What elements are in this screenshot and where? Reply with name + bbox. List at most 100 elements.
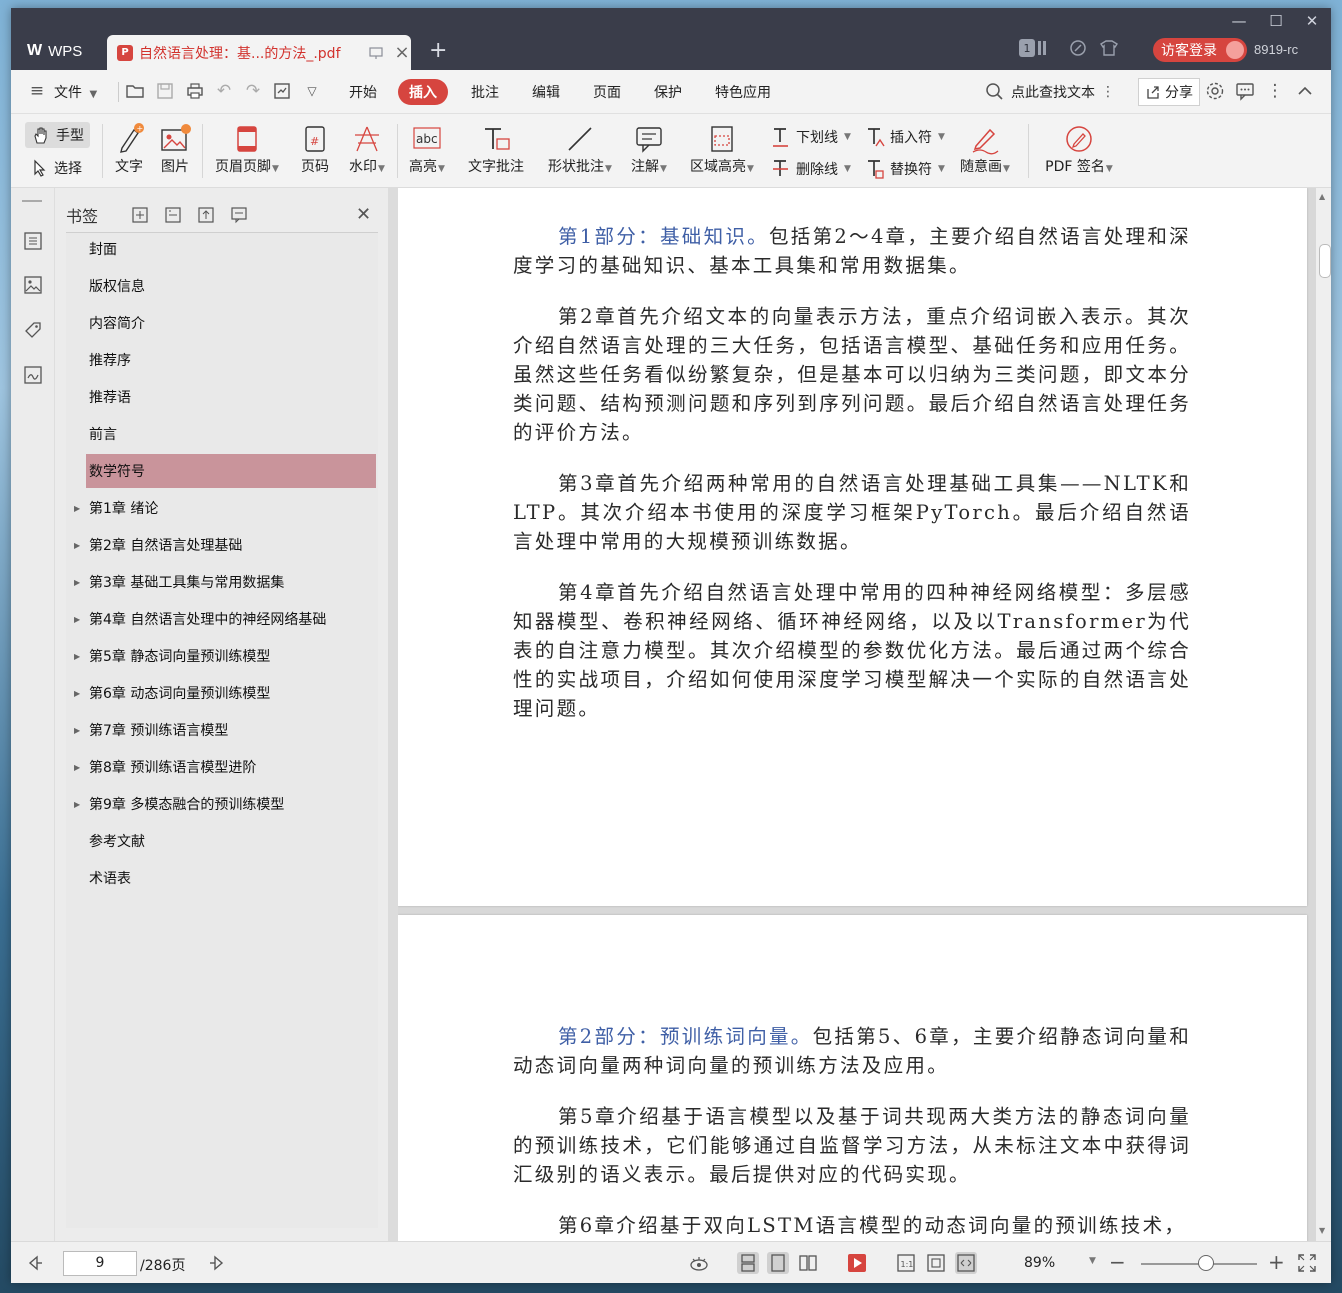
strikethrough-button[interactable]: 删除线 ▼	[771, 158, 851, 180]
tab-start[interactable]: 开始	[349, 82, 377, 102]
skin-icon[interactable]	[1099, 39, 1119, 57]
minimize-button[interactable]: —	[1225, 12, 1253, 30]
next-page-icon[interactable]	[207, 1252, 229, 1274]
tab-special-apps[interactable]: 特色应用	[715, 82, 771, 102]
close-tab-icon[interactable]: ×	[393, 42, 411, 63]
actual-size-icon[interactable]: 1:1	[895, 1252, 917, 1274]
area-highlight-button[interactable]: 区域高亮▼	[685, 122, 759, 176]
close-panel-icon[interactable]: ✕	[356, 204, 371, 225]
shape-annotation-button[interactable]: 形状批注▼	[541, 122, 619, 176]
scroll-up-arrow-icon[interactable]: ▲	[1319, 192, 1325, 201]
export-icon[interactable]	[272, 81, 292, 101]
double-page-icon[interactable]	[797, 1252, 819, 1274]
bookmark-item[interactable]: 版权信息	[86, 269, 376, 303]
zoom-in-icon[interactable]: +	[1268, 1250, 1285, 1274]
vertical-scrollbar[interactable]: ▲ ▼	[1316, 188, 1331, 1241]
expand-arrow-icon[interactable]: ▶	[74, 800, 80, 809]
tab-protect[interactable]: 保护	[654, 82, 682, 102]
underline-button[interactable]: 下划线 ▼	[771, 126, 851, 148]
zoom-out-icon[interactable]: −	[1109, 1250, 1126, 1274]
drag-handle[interactable]	[22, 200, 42, 202]
bookmark-item[interactable]: ▶ 第2章 自然语言处理基础	[74, 528, 376, 562]
expand-arrow-icon[interactable]: ▶	[74, 578, 80, 587]
hamburger-menu-icon[interactable]: ≡	[27, 81, 47, 101]
expand-arrow-icon[interactable]: ▶	[74, 615, 80, 624]
tab-comment[interactable]: 批注	[471, 82, 499, 102]
new-tab-button[interactable]: +	[429, 38, 447, 63]
collapse-all-icon[interactable]	[163, 205, 185, 225]
select-tool-button[interactable]: 选择	[31, 158, 82, 178]
thumbnail-icon[interactable]	[22, 274, 44, 296]
note-button[interactable]: 注解▼	[627, 122, 671, 176]
annotation-tag-icon[interactable]	[22, 319, 44, 341]
bookmark-item[interactable]: 术语表	[86, 861, 376, 895]
chat-icon[interactable]	[1235, 81, 1255, 101]
header-footer-button[interactable]: 页眉页脚▼	[211, 122, 283, 176]
expand-arrow-icon[interactable]: ▶	[74, 652, 80, 661]
expand-arrow-icon[interactable]: ▶	[74, 504, 80, 513]
wps-home-tab[interactable]: W WPS	[17, 36, 99, 66]
collapse-ribbon-icon[interactable]	[1295, 81, 1315, 101]
replace-mark-button[interactable]: 替换符 ▼	[865, 158, 945, 180]
bookmark-comment-icon[interactable]	[229, 205, 251, 225]
zoom-level[interactable]: 89%	[1024, 1255, 1055, 1271]
redo-icon[interactable]: ↷	[243, 81, 263, 101]
fullscreen-icon[interactable]	[1296, 1252, 1318, 1274]
bookmark-item[interactable]: 内容简介	[86, 306, 376, 340]
scroll-down-arrow-icon[interactable]: ▼	[1319, 1226, 1325, 1235]
maximize-button[interactable]: ☐	[1262, 12, 1290, 30]
expand-arrow-icon[interactable]: ▶	[74, 726, 80, 735]
more-options-icon[interactable]: ⋮	[1265, 81, 1285, 101]
file-menu[interactable]: 文件 ▼	[54, 82, 97, 102]
freehand-draw-button[interactable]: 随意画▼	[955, 122, 1015, 176]
hand-tool-button[interactable]: 手型	[25, 122, 90, 148]
bookmark-item[interactable]: ▶ 第9章 多模态融合的预训练模型	[74, 787, 376, 821]
share-button[interactable]: 分享	[1138, 78, 1200, 106]
open-folder-icon[interactable]	[125, 81, 145, 101]
tab-edit[interactable]: 编辑	[532, 82, 560, 102]
undo-icon[interactable]: ↶	[214, 81, 234, 101]
play-slideshow-icon[interactable]	[846, 1252, 868, 1274]
panel-splitter[interactable]	[388, 188, 398, 1241]
bookmark-list-icon[interactable]	[22, 230, 44, 252]
print-icon[interactable]	[185, 81, 205, 101]
bookmark-item[interactable]: ▶ 第5章 静态词向量预训练模型	[74, 639, 376, 673]
tab-page[interactable]: 页面	[593, 82, 621, 102]
zoom-dropdown-icon[interactable]: ▼	[1089, 1256, 1096, 1266]
previous-page-icon[interactable]	[23, 1252, 45, 1274]
continuous-page-icon[interactable]	[737, 1252, 759, 1274]
tab-insert[interactable]: 插入	[398, 79, 448, 105]
insert-mark-button[interactable]: 插入符 ▼	[865, 126, 945, 148]
current-page-input[interactable]: 9	[63, 1251, 137, 1276]
expand-arrow-icon[interactable]: ▶	[74, 763, 80, 772]
guest-login-button[interactable]: 访客登录	[1153, 38, 1247, 62]
expand-arrow-icon[interactable]: ▶	[74, 689, 80, 698]
expand-arrow-icon[interactable]: ▶	[74, 541, 80, 550]
document-tab[interactable]: P 自然语言处理：基...的方法_.pdf ×	[107, 35, 411, 70]
bookmark-item[interactable]: ▶ 第4章 自然语言处理中的神经网络基础	[74, 602, 376, 636]
scroll-thumb[interactable]	[1319, 244, 1331, 278]
pen-icon[interactable]	[1069, 39, 1087, 57]
bookmark-item[interactable]: 参考文献	[86, 824, 376, 858]
bookmark-item[interactable]: 推荐语	[86, 380, 376, 414]
highlight-button[interactable]: abc 高亮▼	[407, 122, 447, 176]
bookmark-item[interactable]: ▶ 第7章 预训练语言模型	[74, 713, 376, 747]
insert-text-button[interactable]: + 文字	[111, 122, 147, 176]
bookmark-item-selected[interactable]: 数学符号	[86, 454, 376, 488]
bookmark-item[interactable]: 前言	[86, 417, 376, 451]
bookmark-item[interactable]: ▶ 第1章 绪论	[74, 491, 376, 525]
fit-width-icon[interactable]	[955, 1252, 977, 1274]
bookmark-item[interactable]: ▶ 第3章 基础工具集与常用数据集	[74, 565, 376, 599]
vertical-dots-icon[interactable]: ⋮	[1101, 84, 1115, 100]
text-annotation-button[interactable]: 文字批注	[463, 122, 529, 176]
find-text-button[interactable]: 点此查找文本 ⋮	[985, 82, 1115, 102]
pdf-sign-button[interactable]: PDF 签名▼	[1041, 122, 1117, 176]
settings-gear-icon[interactable]	[1205, 81, 1225, 101]
more-dropdown-icon[interactable]: ▽	[302, 84, 322, 98]
save-icon[interactable]	[155, 81, 175, 101]
bookmark-item[interactable]: 推荐序	[86, 343, 376, 377]
fit-page-icon[interactable]	[925, 1252, 947, 1274]
bookmark-item[interactable]: ▶ 第8章 预训练语言模型进阶	[74, 750, 376, 784]
expand-all-icon[interactable]	[130, 205, 152, 225]
single-page-icon[interactable]	[767, 1252, 789, 1274]
